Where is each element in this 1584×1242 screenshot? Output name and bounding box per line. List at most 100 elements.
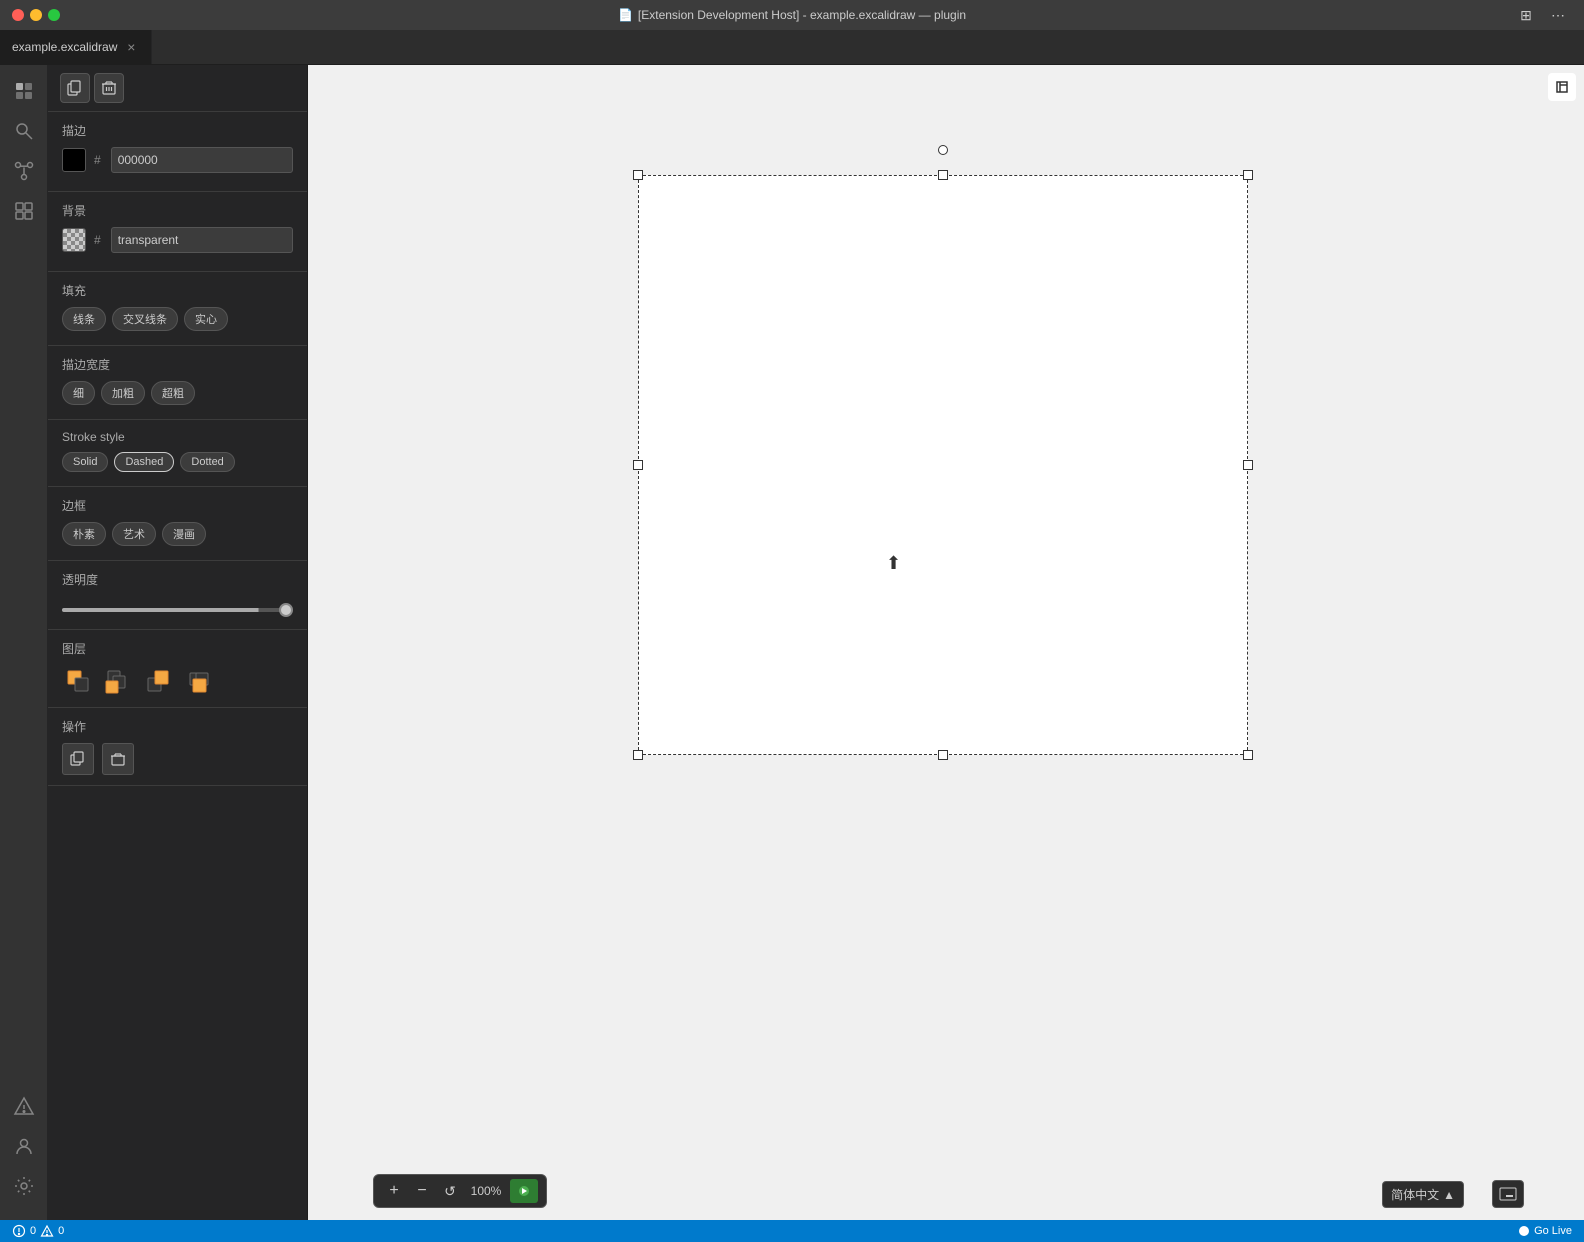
activity-icon-scm[interactable] bbox=[6, 153, 42, 189]
maximize-dot[interactable] bbox=[48, 9, 60, 21]
tab-close-button[interactable]: × bbox=[123, 39, 139, 55]
excalidraw-canvas[interactable]: ⬆ bbox=[308, 65, 1584, 1220]
operations-section: 操作 bbox=[48, 708, 307, 786]
file-icon: 📄 bbox=[618, 8, 633, 22]
fill-option-crosshatch[interactable]: 交叉线条 bbox=[112, 307, 178, 331]
opacity-label: 透明度 bbox=[62, 571, 293, 588]
fill-option-solid[interactable]: 实心 bbox=[184, 307, 228, 331]
layers-section: 图层 bbox=[48, 630, 307, 708]
stroke-style-dotted[interactable]: Dotted bbox=[180, 452, 234, 472]
activity-bar bbox=[0, 65, 48, 1220]
stroke-color-input[interactable] bbox=[111, 147, 293, 173]
stroke-style-dashed[interactable]: Dashed bbox=[114, 452, 174, 472]
send-backward-button[interactable] bbox=[62, 665, 94, 697]
stroke-color-row: # bbox=[62, 147, 293, 173]
layer-icons bbox=[62, 665, 293, 697]
stroke-width-extra-bold[interactable]: 超粗 bbox=[151, 381, 195, 405]
zoom-in-button[interactable]: + bbox=[382, 1179, 406, 1203]
handle-top-left[interactable] bbox=[633, 170, 643, 180]
duplicate-button[interactable] bbox=[60, 73, 90, 103]
stroke-width-label: 描边宽度 bbox=[62, 356, 293, 373]
handle-bottom-middle[interactable] bbox=[938, 750, 948, 760]
tabbar: example.excalidraw × bbox=[0, 30, 1584, 65]
zoom-value: 100% bbox=[466, 1184, 506, 1198]
opacity-slider[interactable] bbox=[62, 608, 293, 612]
background-label: 背景 bbox=[62, 202, 293, 219]
border-section: 边框 朴素 艺术 漫画 bbox=[48, 487, 307, 561]
border-plain[interactable]: 朴素 bbox=[62, 522, 106, 546]
minimize-dot[interactable] bbox=[30, 9, 42, 21]
language-label: 简体中文 bbox=[1391, 1186, 1439, 1203]
background-color-swatch[interactable] bbox=[62, 228, 86, 252]
stroke-color-swatch[interactable] bbox=[62, 148, 86, 172]
titlebar: 📄 [Extension Development Host] - example… bbox=[0, 0, 1584, 30]
corner-action-button[interactable] bbox=[1548, 73, 1576, 101]
border-label: 边框 bbox=[62, 497, 293, 514]
activity-icon-settings[interactable] bbox=[6, 1168, 42, 1204]
fill-label: 填充 bbox=[62, 282, 293, 299]
background-color-row: # bbox=[62, 227, 293, 253]
activity-icon-search[interactable] bbox=[6, 113, 42, 149]
fill-section: 填充 线条 交叉线条 实心 bbox=[48, 272, 307, 346]
bring-to-front-button[interactable] bbox=[182, 665, 214, 697]
side-panel: 描边 # 背景 # 填充 线条 交叉线条 实心 bbox=[48, 65, 308, 1220]
canvas-wrapper: A bbox=[308, 65, 1584, 1220]
op-duplicate-button[interactable] bbox=[62, 743, 94, 775]
stroke-width-thin[interactable]: 细 bbox=[62, 381, 95, 405]
opacity-slider-container bbox=[62, 596, 293, 619]
bring-forward-button[interactable] bbox=[142, 665, 174, 697]
border-options: 朴素 艺术 漫画 bbox=[62, 522, 293, 546]
rotate-handle[interactable] bbox=[938, 145, 948, 155]
zoom-out-button[interactable]: − bbox=[410, 1179, 434, 1203]
more-actions-button[interactable]: ⋯ bbox=[1544, 1, 1572, 29]
stroke-label: 描边 bbox=[62, 122, 293, 139]
send-to-back-button[interactable] bbox=[102, 665, 134, 697]
warning-num: 0 bbox=[58, 1225, 64, 1237]
keyboard-button[interactable] bbox=[1492, 1180, 1524, 1208]
handle-middle-right[interactable] bbox=[1243, 460, 1253, 470]
fill-option-lines[interactable]: 线条 bbox=[62, 307, 106, 331]
language-selector[interactable]: 简体中文 ▲ bbox=[1382, 1181, 1464, 1208]
opacity-section: 透明度 bbox=[48, 561, 307, 630]
handle-bottom-right[interactable] bbox=[1243, 750, 1253, 760]
panel-toolbar bbox=[48, 65, 307, 112]
activity-icon-extensions[interactable] bbox=[6, 193, 42, 229]
window-controls bbox=[12, 9, 60, 21]
stroke-style-solid[interactable]: Solid bbox=[62, 452, 108, 472]
error-count[interactable]: 0 0 bbox=[12, 1224, 64, 1238]
titlebar-title: 📄 [Extension Development Host] - example… bbox=[618, 8, 966, 22]
handle-top-middle[interactable] bbox=[938, 170, 948, 180]
border-art[interactable]: 艺术 bbox=[112, 522, 156, 546]
stroke-style-label: Stroke style bbox=[62, 430, 293, 444]
go-live-status[interactable] bbox=[510, 1179, 538, 1203]
handle-top-right[interactable] bbox=[1243, 170, 1253, 180]
status-bar: 0 0 Go Live bbox=[0, 1220, 1584, 1242]
close-dot[interactable] bbox=[12, 9, 24, 21]
tab-filename: example.excalidraw bbox=[12, 40, 117, 54]
activity-icon-account[interactable] bbox=[6, 1128, 42, 1164]
status-bar-right: Go Live bbox=[1518, 1225, 1572, 1237]
language-arrow: ▲ bbox=[1443, 1188, 1455, 1202]
stroke-style-section: Stroke style Solid Dashed Dotted bbox=[48, 420, 307, 487]
split-editor-button[interactable]: ⊞ bbox=[1512, 1, 1540, 29]
go-live-button[interactable]: Go Live bbox=[1518, 1225, 1572, 1237]
layers-label: 图层 bbox=[62, 640, 293, 657]
error-num: 0 bbox=[30, 1225, 36, 1237]
border-comic[interactable]: 漫画 bbox=[162, 522, 206, 546]
handle-middle-left[interactable] bbox=[633, 460, 643, 470]
zoom-controls: + − ↺ 100% bbox=[373, 1174, 547, 1208]
drawn-rectangle[interactable] bbox=[638, 175, 1248, 755]
stroke-width-section: 描边宽度 细 加粗 超粗 bbox=[48, 346, 307, 420]
activity-icon-explorer[interactable] bbox=[6, 73, 42, 109]
tab-excalidraw[interactable]: example.excalidraw × bbox=[0, 30, 152, 64]
stroke-color-section: 描边 # bbox=[48, 112, 307, 192]
delete-button[interactable] bbox=[94, 73, 124, 103]
activity-icon-alert[interactable] bbox=[6, 1088, 42, 1124]
zoom-reset-button[interactable]: ↺ bbox=[438, 1179, 462, 1203]
background-color-input[interactable] bbox=[111, 227, 293, 253]
handle-bottom-left[interactable] bbox=[633, 750, 643, 760]
stroke-width-bold[interactable]: 加粗 bbox=[101, 381, 145, 405]
op-delete-button[interactable] bbox=[102, 743, 134, 775]
background-color-section: 背景 # bbox=[48, 192, 307, 272]
stroke-width-options: 细 加粗 超粗 bbox=[62, 381, 293, 405]
